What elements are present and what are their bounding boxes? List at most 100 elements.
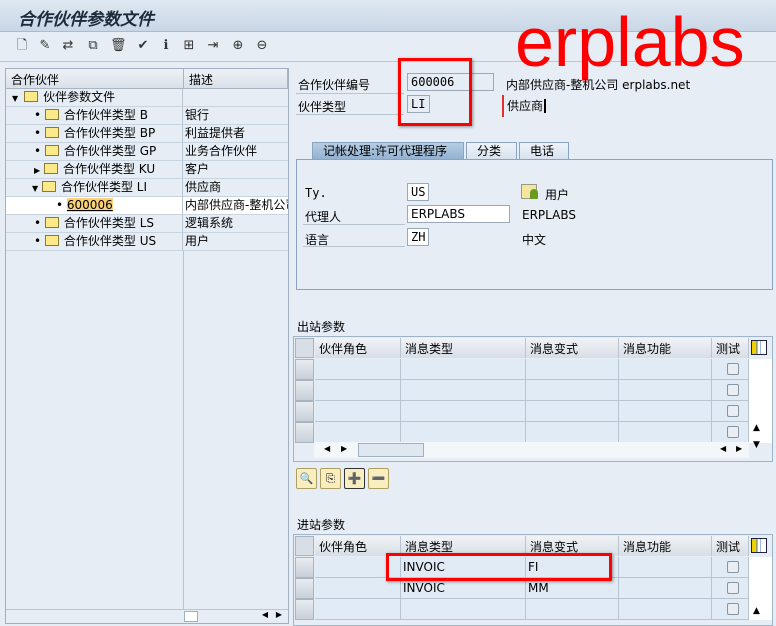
scroll-right-icon[interactable]: ▶	[736, 444, 742, 453]
table-cell[interactable]	[619, 380, 712, 401]
new-icon[interactable]: 🗋	[14, 38, 30, 54]
tree-item[interactable]: ▼ 合作伙伴类型 LI 供应商	[6, 179, 288, 197]
table-cell[interactable]	[401, 359, 526, 380]
lang-field[interactable]: ZH	[407, 228, 429, 246]
delete-row-button[interactable]: ➖	[368, 468, 389, 489]
table-cell[interactable]	[526, 422, 619, 443]
col-message-type[interactable]: 消息类型	[401, 338, 526, 358]
collapse-icon[interactable]: ⊖	[254, 38, 270, 54]
table-cell[interactable]	[526, 599, 619, 620]
tree-item-label[interactable]: 600006	[66, 198, 113, 212]
edit-icon[interactable]: ✎	[37, 38, 53, 54]
scroll-left-icon[interactable]: ◀	[324, 444, 330, 453]
test-checkbox[interactable]	[727, 384, 739, 396]
table-cell[interactable]: MM	[526, 578, 619, 599]
col-test[interactable]: 测试	[712, 536, 749, 556]
table-cell[interactable]	[315, 380, 401, 401]
info-icon[interactable]: ℹ	[158, 38, 174, 54]
tree-item[interactable]: • 合作伙伴类型 BP 利益提供者	[6, 125, 288, 143]
expanded-icon[interactable]: ▼	[12, 94, 18, 103]
table-cell[interactable]	[619, 578, 712, 599]
transfer-icon[interactable]: ⇥	[205, 38, 221, 54]
scroll-right-icon[interactable]: ▶	[341, 444, 347, 453]
check-icon[interactable]: ✔	[135, 38, 151, 54]
col-partner-role[interactable]: 伙伴角色	[315, 338, 401, 358]
select-all[interactable]	[295, 536, 314, 556]
tree-item[interactable]: • 合作伙伴类型 LS 逻辑系统	[6, 215, 288, 233]
scroll-up-icon[interactable]: ▲	[753, 423, 760, 433]
table-cell[interactable]	[526, 359, 619, 380]
row-selector[interactable]	[295, 422, 314, 443]
scroll-right-icon[interactable]: ▶	[276, 610, 282, 619]
details-button[interactable]: 🔍	[296, 468, 317, 489]
test-checkbox[interactable]	[727, 603, 739, 615]
tree-item[interactable]: • 合作伙伴类型 US 用户	[6, 233, 288, 251]
test-checkbox[interactable]	[727, 426, 739, 438]
insert-row-button[interactable]: ➕	[344, 468, 365, 489]
table-cell[interactable]	[619, 359, 712, 380]
select-all[interactable]	[295, 338, 314, 358]
row-selector[interactable]	[295, 380, 314, 401]
test-checkbox[interactable]	[727, 405, 739, 417]
test-checkbox[interactable]	[727, 561, 739, 573]
tab-classification[interactable]: 分类	[466, 142, 517, 160]
table-cell[interactable]	[315, 422, 401, 443]
horizontal-scrollbar[interactable]: ◀ ▶	[6, 609, 288, 623]
layout-icon[interactable]	[751, 538, 767, 553]
tab-telephone[interactable]: 电话	[519, 142, 569, 160]
agent-field[interactable]: ERPLABS	[407, 205, 510, 223]
tree-root[interactable]: ▼ 伙伴参数文件	[6, 89, 288, 107]
expanded-icon[interactable]: ▼	[32, 184, 38, 193]
vertical-scrollbar[interactable]	[749, 380, 772, 401]
table-cell[interactable]	[401, 599, 526, 620]
change-icon[interactable]: ⇄	[60, 38, 76, 54]
test-checkbox[interactable]	[727, 582, 739, 594]
tree-item-selected[interactable]: • 600006 内部供应商-整机公司	[6, 197, 288, 215]
horizontal-scrollbar[interactable]: ◀ ▶ ◀ ▶	[314, 442, 749, 458]
scroll-left-icon[interactable]: ◀	[262, 610, 268, 619]
tree-item[interactable]: • 合作伙伴类型 GP 业务合作伙伴	[6, 143, 288, 161]
table-cell[interactable]	[526, 380, 619, 401]
collapsed-icon[interactable]: ▶	[34, 166, 40, 175]
vertical-scrollbar[interactable]	[749, 578, 772, 599]
expand-icon[interactable]: ⊕	[230, 38, 246, 54]
table-cell[interactable]	[619, 557, 712, 578]
table-cell[interactable]	[401, 401, 526, 422]
row-selector[interactable]	[295, 359, 314, 380]
ty-field[interactable]: US	[407, 183, 429, 201]
table-cell[interactable]	[619, 599, 712, 620]
hierarchy-icon[interactable]: ⊞	[181, 38, 197, 54]
vertical-scrollbar[interactable]	[749, 359, 772, 380]
table-cell[interactable]	[315, 599, 401, 620]
scroll-thumb[interactable]	[358, 443, 424, 457]
vertical-scrollbar[interactable]	[749, 557, 772, 578]
tree-item[interactable]: ▶ 合作伙伴类型 KU 客户	[6, 161, 288, 179]
table-cell[interactable]	[619, 401, 712, 422]
copy-rows-button[interactable]: ⎘	[320, 468, 341, 489]
tree-item[interactable]: • 合作伙伴类型 B 银行	[6, 107, 288, 125]
row-selector[interactable]	[295, 578, 314, 599]
table-cell[interactable]	[401, 422, 526, 443]
scroll-down-icon[interactable]: ▼	[753, 440, 760, 450]
tree-header-partner[interactable]: 合作伙伴	[6, 69, 184, 89]
test-checkbox[interactable]	[727, 363, 739, 375]
copy-icon[interactable]: ⧉	[85, 38, 101, 54]
tab-posting[interactable]: 记帐处理:许可代理程序	[312, 142, 464, 160]
col-message-function[interactable]: 消息功能	[619, 338, 712, 358]
vertical-scrollbar[interactable]	[749, 401, 772, 422]
table-cell[interactable]	[315, 578, 401, 599]
row-selector[interactable]	[295, 401, 314, 422]
col-message-variant[interactable]: 消息变式	[526, 338, 619, 358]
table-cell[interactable]	[401, 380, 526, 401]
table-cell[interactable]	[619, 422, 712, 443]
scroll-left-icon[interactable]: ◀	[720, 444, 726, 453]
table-cell[interactable]: INVOIC	[401, 578, 526, 599]
col-test[interactable]: 测试	[712, 338, 749, 358]
row-selector[interactable]	[295, 557, 314, 578]
table-cell[interactable]	[315, 401, 401, 422]
tree-header-desc[interactable]: 描述	[184, 69, 288, 89]
table-cell[interactable]	[315, 359, 401, 380]
layout-icon[interactable]	[751, 340, 767, 355]
col-message-function[interactable]: 消息功能	[619, 536, 712, 556]
table-cell[interactable]	[526, 401, 619, 422]
